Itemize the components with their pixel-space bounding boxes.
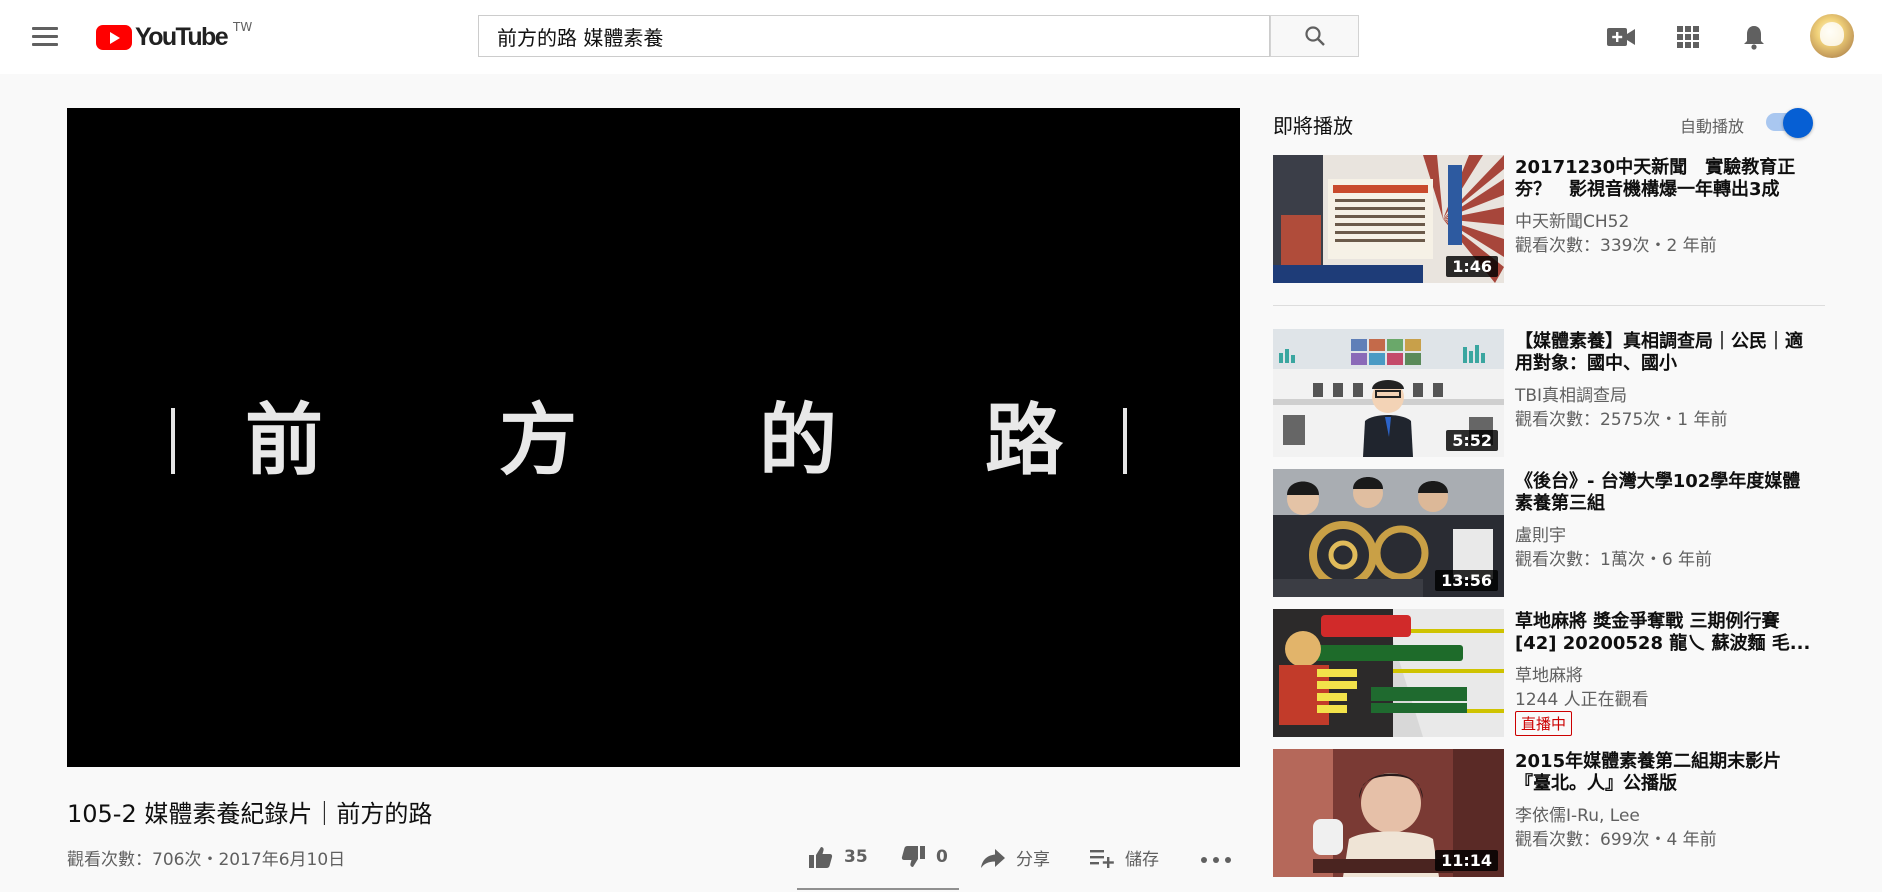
item-channel[interactable]: TBI真相調查局 <box>1515 381 1627 406</box>
create-video-button[interactable] <box>1604 20 1638 54</box>
item-title[interactable]: 2015年媒體素養第二組期末影片『臺北。人』公播版 <box>1515 751 1815 795</box>
frame-char: 方 <box>499 395 578 486</box>
item-title[interactable]: 20171230中天新聞 實驗教育正夯？ 影視音機構爆一年轉出3成 <box>1515 157 1815 201</box>
divider <box>1273 305 1825 306</box>
like-count: 35 <box>844 847 868 867</box>
video-thumbnail[interactable]: 13:56 <box>1273 469 1504 597</box>
duration-badge: 13:56 <box>1435 570 1498 591</box>
item-channel[interactable]: 李依儒I-Ru, Lee <box>1515 801 1640 826</box>
search-icon <box>1304 26 1325 46</box>
list-item[interactable]: 13:56 《後台》- 台灣大學102學年度媒體素養第三組 盧則宇 觀看次數：1… <box>1273 469 1833 597</box>
share-icon <box>981 848 1005 868</box>
list-item[interactable]: 11:14 2015年媒體素養第二組期末影片『臺北。人』公播版 李依儒I-Ru,… <box>1273 749 1833 877</box>
duration-badge: 11:14 <box>1435 850 1498 871</box>
video-thumbnail[interactable] <box>1273 609 1504 737</box>
apps-button[interactable] <box>1671 20 1705 54</box>
save-button[interactable]: 儲存 <box>1089 845 1159 870</box>
frame-char: 路 <box>985 395 1064 486</box>
autoplay-toggle-knob[interactable] <box>1783 108 1813 138</box>
frame-bar-right <box>1123 408 1127 474</box>
list-item[interactable]: 草地麻將 獎金爭奪戰 三期例行賽[42] 20200528 龍乀 蘇波麵 毛..… <box>1273 609 1833 737</box>
video-thumbnail[interactable]: 1:46 <box>1273 155 1504 283</box>
apps-grid-icon <box>1677 26 1699 48</box>
item-channel[interactable]: 盧則宇 <box>1515 521 1566 546</box>
youtube-logo[interactable]: YouTube TW <box>96 20 253 52</box>
item-meta: 1244 人正在觀看 <box>1515 690 1649 710</box>
save-label: 儲存 <box>1125 850 1159 870</box>
list-item[interactable]: 1:46 20171230中天新聞 實驗教育正夯？ 影視音機構爆一年轉出3成 中… <box>1273 155 1833 283</box>
duration-badge: 1:46 <box>1446 256 1498 277</box>
item-channel[interactable]: 草地麻將 <box>1515 661 1583 686</box>
autoplay-label: 自動播放 <box>1680 117 1745 136</box>
share-button[interactable]: 分享 <box>980 845 1050 870</box>
video-player[interactable]: 前 方 的 路 <box>67 108 1240 767</box>
search-input[interactable] <box>479 16 1219 56</box>
frame-bar-left <box>171 408 175 474</box>
video-thumbnail[interactable]: 5:52 <box>1273 329 1504 457</box>
video-title: 105-2 媒體素養紀錄片｜前方的路 <box>67 800 433 828</box>
notifications-button[interactable] <box>1737 20 1771 54</box>
logo-region: TW <box>233 20 253 34</box>
dislike-count: 0 <box>936 847 948 867</box>
up-next-label: 即將播放 <box>1273 114 1353 138</box>
item-title[interactable]: 草地麻將 獎金爭奪戰 三期例行賽[42] 20200528 龍乀 蘇波麵 毛..… <box>1515 611 1815 655</box>
search-button[interactable] <box>1270 15 1359 57</box>
avatar[interactable] <box>1810 14 1854 58</box>
item-meta: 觀看次數：1萬次・6 年前 <box>1515 550 1713 570</box>
thumbs-up-icon <box>809 847 833 868</box>
item-meta: 觀看次數：699次・4 年前 <box>1515 830 1717 850</box>
masthead: YouTube TW <box>0 0 1882 74</box>
more-actions-icon[interactable] <box>1198 857 1234 863</box>
duration-badge: 5:52 <box>1446 430 1498 451</box>
list-item[interactable]: 5:52 【媒體素養】真相調查局｜公民｜適用對象：國中、國小 TBI真相調查局 … <box>1273 329 1833 457</box>
thumbnail-image <box>1273 609 1504 737</box>
item-meta: 觀看次數：2575次・1 年前 <box>1515 410 1728 430</box>
video-thumbnail[interactable]: 11:14 <box>1273 749 1504 877</box>
item-title[interactable]: 【媒體素養】真相調查局｜公民｜適用對象：國中、國小 <box>1515 331 1815 375</box>
item-meta: 觀看次數：339次・2 年前 <box>1515 236 1717 256</box>
thumbs-down-icon <box>901 846 925 867</box>
video-camera-icon <box>1607 28 1635 46</box>
menu-icon[interactable] <box>30 22 60 52</box>
frame-char: 的 <box>759 395 838 486</box>
sentiment-bar <box>797 888 959 890</box>
playlist-add-icon <box>1090 849 1114 868</box>
logo-text: YouTube <box>135 22 229 51</box>
frame-char: 前 <box>245 395 324 486</box>
live-badge: 直播中 <box>1515 711 1573 736</box>
video-frame-title: 前 方 的 路 <box>67 108 1240 767</box>
share-label: 分享 <box>1016 850 1050 870</box>
bell-icon <box>1744 26 1764 50</box>
video-meta: 觀看次數：706次・2017年6月10日 <box>67 850 346 870</box>
item-title[interactable]: 《後台》- 台灣大學102學年度媒體素養第三組 <box>1515 471 1815 515</box>
dislike-button[interactable]: 0 <box>900 845 948 869</box>
like-button[interactable]: 35 <box>808 845 868 869</box>
youtube-play-icon <box>96 24 132 50</box>
search-box <box>478 15 1270 57</box>
item-channel[interactable]: 中天新聞CH52 <box>1515 207 1629 232</box>
